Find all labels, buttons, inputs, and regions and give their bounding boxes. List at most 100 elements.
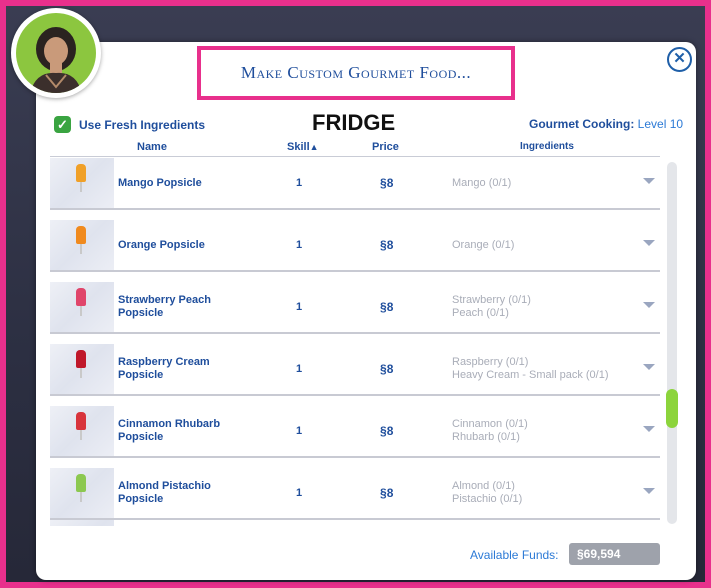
chevron-down-icon[interactable] (643, 426, 655, 432)
recipe-list: Mango Popsicle 1 §8 Mango (0/1) Orange P… (50, 158, 661, 526)
recipe-name: Almond Pistachio Popsicle (118, 480, 211, 505)
header-ingredients: Ingredients (520, 141, 574, 152)
recipe-row[interactable]: Orange Popsicle 1 §8 Orange (0/1) (50, 220, 660, 272)
recipe-row[interactable]: Almond Pistachio Popsicle 1 §8 Almond (0… (50, 468, 660, 520)
recipe-price: §8 (380, 158, 393, 208)
popsicle-stick (80, 306, 82, 316)
popsicle-icon (76, 350, 86, 368)
recipe-name: Orange Popsicle (118, 238, 205, 251)
dialog-title: Make Custom Gourmet Food... (240, 63, 472, 82)
recipe-name: Strawberry Peach Popsicle (118, 294, 211, 319)
checkmark-icon[interactable]: ✓ (54, 116, 71, 133)
recipe-ingredients: Mango (0/1) (452, 158, 511, 208)
avatar-portrait (16, 13, 96, 93)
popsicle-icon (76, 412, 86, 430)
available-funds-label: Available Funds: (470, 548, 559, 562)
chevron-down-icon[interactable] (643, 240, 655, 246)
recipe-thumbnail (50, 468, 114, 518)
sim-avatar (11, 8, 101, 98)
recipe-skill: 1 (296, 301, 303, 313)
popsicle-stick (80, 368, 82, 378)
fresh-ingredients-option[interactable]: ✓ Use Fresh Ingredients (54, 116, 205, 133)
header-skill-label: Skill (287, 141, 310, 153)
available-funds-value: §69,594 (569, 543, 660, 565)
ingredient-1: Orange (0/1) (452, 238, 515, 251)
popsicle-stick (80, 430, 82, 440)
simoleon-icon: § (380, 486, 387, 500)
popsicle-icon (76, 164, 86, 182)
header-divider (50, 156, 660, 157)
scrollbar-track[interactable] (667, 162, 677, 524)
fridge-label: FRIDGE (312, 110, 396, 135)
ingredient-2: Pistachio (0/1) (452, 493, 523, 505)
popsicle-stick (80, 492, 82, 502)
ingredient-2: Heavy Cream - Small pack (0/1) (452, 369, 609, 381)
popsicle-icon (76, 226, 86, 244)
recipe-skill: 1 (296, 487, 303, 499)
recipe-thumbnail (50, 520, 114, 526)
ingredient-1: Mango (0/1) (452, 176, 512, 189)
simoleon-icon: § (380, 362, 387, 376)
recipe-row[interactable]: Strawberry Peach Popsicle 1 §8 Strawberr… (50, 282, 660, 334)
chevron-down-icon[interactable] (643, 302, 655, 308)
popsicle-stick (80, 182, 82, 192)
popsicle-icon (76, 474, 86, 492)
ingredient-2: Peach (0/1) (452, 307, 509, 319)
recipe-thumbnail (50, 282, 114, 332)
recipe-skill: 1 (296, 425, 303, 437)
recipe-price: §8 (380, 406, 393, 456)
recipe-name: Raspberry Cream Popsicle (118, 356, 210, 381)
recipe-skill: 1 (296, 363, 303, 375)
chevron-down-icon[interactable] (643, 364, 655, 370)
recipe-price-value: 8 (386, 362, 394, 376)
recipe-thumbnail (50, 406, 114, 456)
recipe-row[interactable]: Cinnamon Rhubarb Popsicle 1 §8 Cinnamon … (50, 406, 660, 458)
header-price[interactable]: Price (372, 141, 399, 153)
popsicle-icon (76, 288, 86, 306)
skill-label: Gourmet Cooking: (529, 117, 635, 131)
header-name[interactable]: Name (137, 141, 167, 153)
recipe-skill: 1 (296, 239, 303, 251)
recipe-skill: 1 (296, 177, 303, 189)
recipe-price: §8 (380, 220, 393, 270)
recipe-price-value: 8 (386, 300, 394, 314)
recipe-row[interactable]: Raspberry Cream Popsicle 1 §8 Raspberry … (50, 344, 660, 396)
recipe-row-partial[interactable] (50, 520, 660, 526)
chevron-down-icon[interactable] (643, 488, 655, 494)
recipe-price-value: 8 (386, 238, 394, 252)
recipe-ingredients: Cinnamon (0/1) Rhubarb (0/1) (452, 406, 528, 456)
close-button[interactable]: ✕ (667, 47, 692, 72)
header-skill[interactable]: Skill▲ (287, 141, 319, 153)
simoleon-icon: § (380, 300, 387, 314)
recipe-price-value: 8 (386, 424, 394, 438)
recipe-ingredients: Orange (0/1) (452, 220, 514, 270)
recipe-row[interactable]: Mango Popsicle 1 §8 Mango (0/1) (50, 158, 660, 210)
ingredient-1: Almond (0/1) (452, 480, 515, 492)
ingredient-1: Raspberry (0/1) (452, 356, 529, 368)
fresh-ingredients-label: Use Fresh Ingredients (79, 117, 206, 132)
chevron-down-icon[interactable] (643, 178, 655, 184)
simoleon-icon: § (380, 238, 387, 252)
recipe-price: §8 (380, 344, 393, 394)
recipe-price-value: 8 (386, 486, 394, 500)
recipe-price-value: 8 (386, 176, 394, 190)
recipe-ingredients: Almond (0/1) Pistachio (0/1) (452, 468, 522, 518)
popsicle-stick (80, 244, 82, 254)
simoleon-icon: § (380, 176, 387, 190)
recipe-name: Mango Popsicle (118, 176, 202, 189)
sort-ascending-icon: ▲ (309, 142, 319, 152)
scrollbar-thumb[interactable] (666, 389, 678, 428)
recipe-price: §8 (380, 468, 393, 518)
recipe-name: Cinnamon Rhubarb Popsicle (118, 418, 221, 443)
recipe-ingredients: Strawberry (0/1) Peach (0/1) (452, 282, 531, 332)
skill-level: Level 10 (637, 117, 684, 131)
ingredient-1: Strawberry (0/1) (452, 294, 531, 306)
ingredient-1: Cinnamon (0/1) (452, 418, 528, 430)
ingredient-2: Rhubarb (0/1) (452, 431, 520, 443)
recipe-price: §8 (380, 282, 393, 332)
recipe-thumbnail (50, 158, 114, 208)
portrait-icon (30, 27, 82, 93)
recipe-ingredients: Raspberry (0/1) Heavy Cream - Small pack … (452, 344, 609, 394)
skill-info: Gourmet Cooking: Level 10 (529, 117, 683, 131)
recipe-thumbnail (50, 344, 114, 394)
